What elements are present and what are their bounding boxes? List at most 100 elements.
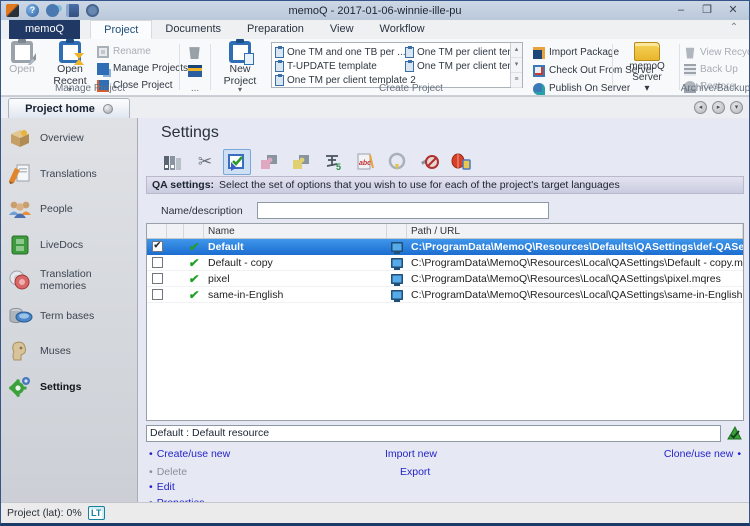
archive-box-icon[interactable] <box>188 65 202 77</box>
sidebar-item-livedocs[interactable]: LiveDocs <box>7 233 135 257</box>
bullet-icon: • <box>737 448 741 460</box>
external-tools-icon[interactable] <box>287 149 315 175</box>
maximize-button[interactable]: ❐ <box>695 3 719 18</box>
bullet-icon: • <box>149 448 153 460</box>
template-item[interactable]: One TM per client template 2 <box>405 45 510 59</box>
sidebar-item-translation-memories[interactable]: Translation memories <box>7 268 135 292</box>
delete-trash-icon[interactable] <box>188 45 201 59</box>
open-recent-icon <box>59 41 81 63</box>
manage-projects-icon <box>97 63 109 75</box>
status-bar: Project (lat): 0% LT <box>1 502 749 523</box>
memoq-server-button[interactable]: memoQ Server ▾ <box>623 42 671 94</box>
tab-workflow[interactable]: Workflow <box>367 20 438 39</box>
name-description-filter-input[interactable] <box>257 202 549 219</box>
bullet-icon: • <box>149 481 153 493</box>
rename-button[interactable]: Rename <box>97 44 188 59</box>
app-window: ? memoQ - 2017-01-06-winnie-ille-pu – ❐ … <box>0 0 750 526</box>
title-bar: ? memoQ - 2017-01-06-winnie-ille-pu – ❐ … <box>1 1 749 20</box>
non-translatables-icon[interactable]: abc <box>351 149 379 175</box>
gallery-down-icon[interactable]: ▾ <box>511 58 522 73</box>
edit-description-icon[interactable] <box>726 424 743 444</box>
sidebar-item-settings[interactable]: Settings <box>7 375 135 399</box>
view-recycle-bin-button[interactable]: View Recycle Bin <box>684 45 750 60</box>
dropdown-arrow-icon: ▾ <box>644 83 649 94</box>
memoq-logo-icon[interactable] <box>6 4 19 17</box>
link-export[interactable]: Export <box>400 466 430 478</box>
qa-bar-label: QA settings: <box>152 179 214 191</box>
template-icon <box>275 61 284 72</box>
qa-settings-description-bar: QA settings: Select the set of options t… <box>146 176 744 194</box>
back-up-button[interactable]: Back Up <box>684 62 750 77</box>
template-item[interactable]: One TM and one TB per ... <box>275 45 403 59</box>
new-project-icon <box>229 41 251 63</box>
row-checkbox[interactable] <box>152 241 163 252</box>
sidebar-item-overview[interactable]: Overview <box>7 126 135 150</box>
qa-settings-icon[interactable] <box>223 149 251 175</box>
tab-memoq[interactable]: memoQ <box>9 20 80 39</box>
settings-icon <box>7 375 33 399</box>
nav-dropdown-icon[interactable]: ▾ <box>730 101 743 114</box>
close-button[interactable]: ✕ <box>721 3 745 18</box>
row-checkbox[interactable] <box>152 289 163 300</box>
collapse-ribbon-icon[interactable]: ⌃ <box>727 23 741 35</box>
table-row[interactable]: ✔ Default C:\ProgramData\MemoQ\Resources… <box>147 239 743 255</box>
tab-preparation[interactable]: Preparation <box>234 20 317 39</box>
page-title: Settings <box>161 124 219 142</box>
tab-documents[interactable]: Documents <box>152 20 234 39</box>
manage-projects-button[interactable]: Manage Projects <box>97 61 188 76</box>
table-row[interactable]: ✔ pixel C:\ProgramData\MemoQ\Resources\L… <box>147 271 743 287</box>
tab-view[interactable]: View <box>317 20 367 39</box>
font-substitution-icon[interactable] <box>447 149 475 175</box>
nav-back-icon[interactable]: ◂ <box>694 101 707 114</box>
auto-correct-icon[interactable] <box>383 149 411 175</box>
table-row[interactable]: ✔ same-in-English C:\ProgramData\MemoQ\R… <box>147 287 743 303</box>
header-path-url[interactable]: Path / URL <box>407 224 743 238</box>
open-icon <box>11 41 33 63</box>
qa-settings-table: Name Path / URL ✔ Default C:\ProgramData… <box>146 223 744 421</box>
template-item[interactable]: One TM per client template <box>405 59 510 73</box>
valid-check-icon: ✔ <box>188 272 200 286</box>
auto-translation-icon[interactable]: 5 <box>319 149 347 175</box>
row-checkbox[interactable] <box>152 257 163 268</box>
gears-icon[interactable] <box>46 4 59 17</box>
segmentation-rules-icon[interactable]: ✂ <box>191 149 219 175</box>
ignore-lists-icon[interactable] <box>415 149 443 175</box>
nav-forward-icon[interactable]: ▸ <box>712 101 725 114</box>
sidebar-item-muses[interactable]: Muses <box>7 339 135 363</box>
tm-settings-icon[interactable] <box>159 149 187 175</box>
group-memoq-server: memoQ Server ▾ <box>613 39 679 95</box>
resource-console-icon[interactable] <box>66 4 79 17</box>
row-checkbox[interactable] <box>152 273 163 284</box>
valid-check-icon: ✔ <box>188 256 200 270</box>
language-terminal-badge: LT <box>88 506 105 520</box>
bullet-icon: • <box>149 466 153 478</box>
mt-settings-icon[interactable] <box>255 149 283 175</box>
help-icon[interactable]: ? <box>26 4 39 17</box>
link-import-new[interactable]: Import new <box>385 448 437 460</box>
open-button[interactable]: Open <box>3 41 41 75</box>
header-checkbox-column <box>147 224 167 238</box>
overview-icon <box>7 126 33 150</box>
link-clone-use-new[interactable]: Clone/use new• <box>664 448 741 460</box>
template-gallery: One TM and one TB per ... T-UPDATE templ… <box>271 42 523 88</box>
check-out-icon <box>533 65 545 77</box>
table-header: Name Path / URL <box>147 224 743 239</box>
group-archive-backup: View Recycle Bin Back Up Restore Archive… <box>680 39 750 95</box>
minimize-button[interactable]: – <box>669 3 693 18</box>
template-item[interactable]: T-UPDATE template <box>275 59 403 73</box>
tab-project-home[interactable]: Project home <box>8 98 130 119</box>
header-name[interactable]: Name <box>204 224 387 238</box>
livedocs-icon <box>7 233 33 257</box>
link-create-use-new[interactable]: •Create/use new <box>149 448 230 460</box>
tab-project[interactable]: Project <box>90 20 152 39</box>
document-tab-row: Project home ◂ ▸ ▾ <box>1 96 749 118</box>
resource-description-box[interactable]: Default : Default resource <box>146 425 721 442</box>
sidebar-item-people[interactable]: People <box>7 197 135 221</box>
gallery-up-icon[interactable]: ▴ <box>511 43 522 58</box>
sidebar-item-term-bases[interactable]: Term bases <box>7 304 135 328</box>
options-icon[interactable] <box>86 4 99 17</box>
table-row[interactable]: ✔ Default - copy C:\ProgramData\MemoQ\Re… <box>147 255 743 271</box>
link-edit[interactable]: •Edit <box>149 481 175 493</box>
link-delete[interactable]: •Delete <box>149 466 187 478</box>
sidebar-item-translations[interactable]: Translations <box>7 162 135 186</box>
